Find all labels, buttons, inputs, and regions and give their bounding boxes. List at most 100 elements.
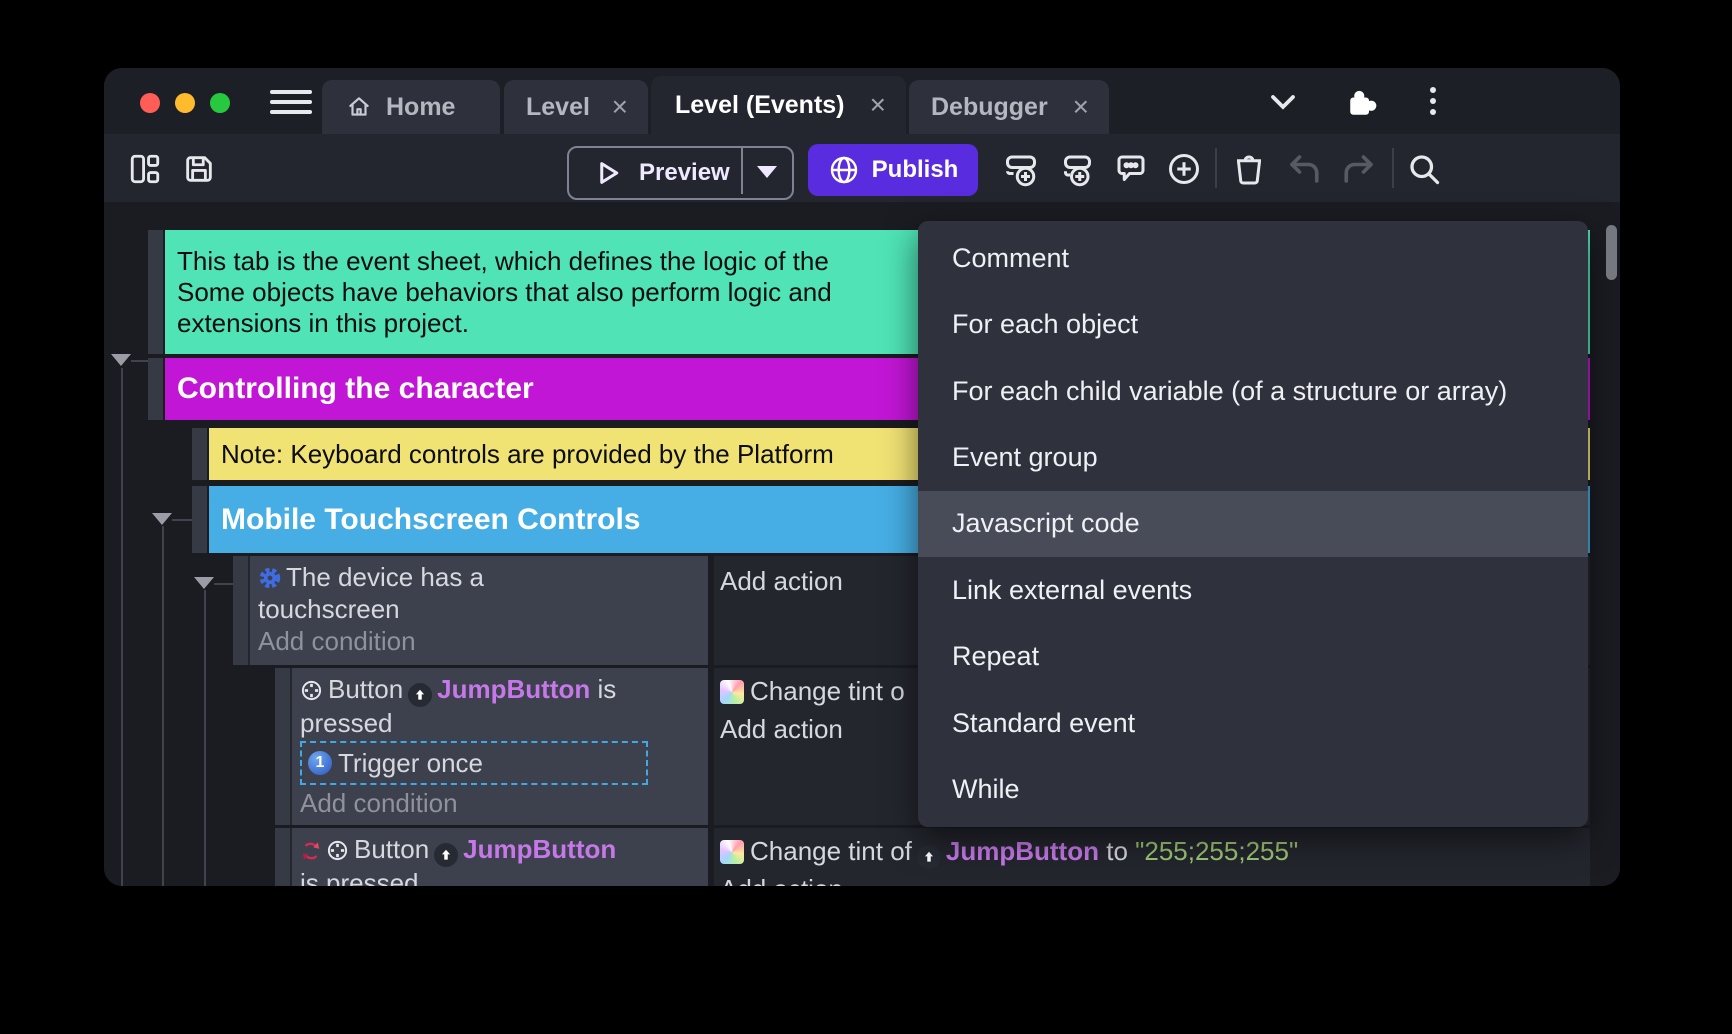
tab-label: Debugger	[931, 93, 1048, 122]
event-gutter[interactable]	[275, 668, 290, 825]
close-tab-icon[interactable]: ×	[870, 91, 886, 119]
publish-button[interactable]: Publish	[808, 144, 978, 196]
add-action-link[interactable]: Add action	[720, 712, 843, 746]
add-action-link[interactable]: Add action	[720, 872, 843, 886]
search-button[interactable]	[1406, 151, 1442, 187]
tree-line	[204, 590, 206, 886]
collapse-arrow-icon[interactable]	[194, 577, 214, 589]
object-name: JumpButton	[946, 836, 1099, 866]
menu-item-repeat[interactable]: Repeat	[918, 624, 1588, 690]
add-button[interactable]	[1166, 151, 1202, 187]
add-event-context-menu: Comment For each object For each child v…	[918, 221, 1588, 827]
add-event-button[interactable]	[1003, 151, 1039, 187]
tab-level[interactable]: Level ×	[504, 80, 648, 134]
tree-line	[121, 368, 123, 886]
group-gutter[interactable]	[192, 486, 207, 553]
touch-object-icon	[326, 839, 349, 862]
condition-trigger-once-selected[interactable]: 1 Trigger once	[300, 741, 648, 785]
column-divider	[708, 828, 714, 886]
menu-item-event-group[interactable]: Event group	[918, 424, 1588, 490]
condition-text: pressed	[300, 707, 700, 739]
add-subevent-icon	[1058, 151, 1094, 187]
menu-item-for-each-child-variable[interactable]: For each child variable (of a structure …	[918, 358, 1588, 424]
preview-dropdown-caret-icon[interactable]	[757, 166, 777, 178]
group-title: Mobile Touchscreen Controls	[221, 503, 641, 537]
object-name: JumpButton	[437, 674, 590, 704]
event-gutter[interactable]	[233, 556, 248, 665]
close-tab-icon[interactable]: ×	[1073, 93, 1089, 121]
app-window: Home Level × Level (Events) × Debugger ×	[104, 68, 1620, 886]
group-gutter[interactable]	[148, 358, 163, 420]
condition-text: Trigger once	[338, 747, 483, 779]
event-gutter[interactable]	[275, 828, 290, 886]
tab-debugger[interactable]: Debugger ×	[909, 80, 1109, 134]
close-window-button[interactable]	[140, 93, 160, 113]
toolbar-separator	[1215, 148, 1217, 188]
menu-item-javascript-code[interactable]: Javascript code	[918, 491, 1588, 557]
comment-bubble-icon	[1113, 151, 1149, 187]
redo-button[interactable]	[1341, 151, 1377, 187]
add-event-icon	[1003, 151, 1039, 187]
tab-home[interactable]: Home	[322, 80, 500, 134]
chevron-down-icon	[1268, 92, 1298, 112]
add-condition-link[interactable]: Add condition	[300, 787, 700, 819]
tab-list-dropdown-button[interactable]	[1268, 92, 1298, 112]
layout-panels-button[interactable]	[128, 152, 162, 186]
event-conditions[interactable]: Button JumpButton is pressed 1 Trigger o…	[292, 668, 708, 825]
add-subevent-button[interactable]	[1058, 151, 1094, 187]
zoom-window-button[interactable]	[210, 93, 230, 113]
add-action-link[interactable]: Add action	[720, 564, 843, 598]
action-text: Change tint of	[750, 836, 912, 866]
note-text: Note: Keyboard controls are provided by …	[221, 439, 834, 470]
object-name: JumpButton	[463, 834, 616, 864]
minimize-window-button[interactable]	[175, 93, 195, 113]
tree-line	[172, 519, 192, 521]
collapse-arrow-icon[interactable]	[152, 513, 172, 525]
condition-text: is pressed	[300, 867, 700, 886]
collapse-arrow-icon[interactable]	[111, 354, 131, 366]
touch-object-icon	[300, 679, 323, 702]
undo-button[interactable]	[1286, 151, 1322, 187]
event-row: Button JumpButton is pressed Change tint…	[275, 828, 1590, 886]
tint-icon	[720, 840, 744, 864]
tint-icon	[720, 680, 744, 704]
menu-item-for-each-object[interactable]: For each object	[918, 291, 1588, 357]
condition-text: The device has a	[286, 562, 484, 592]
event-conditions[interactable]: The device has a touchscreen Add conditi…	[250, 556, 708, 665]
menu-item-while[interactable]: While	[918, 757, 1588, 823]
note-gutter[interactable]	[192, 428, 207, 480]
undo-icon	[1286, 151, 1322, 187]
search-icon	[1406, 151, 1442, 187]
vertical-scrollbar-thumb[interactable]	[1606, 225, 1617, 280]
add-comment-button[interactable]	[1113, 151, 1149, 187]
title-bar: Home Level × Level (Events) × Debugger ×	[104, 68, 1620, 134]
save-button[interactable]	[182, 152, 216, 186]
close-tab-icon[interactable]: ×	[612, 93, 628, 121]
comment-gutter[interactable]	[148, 230, 163, 354]
tab-label: Home	[386, 93, 455, 122]
publish-label: Publish	[872, 156, 959, 184]
menu-item-standard-event[interactable]: Standard event	[918, 690, 1588, 756]
menu-item-comment[interactable]: Comment	[918, 225, 1588, 291]
add-condition-link[interactable]: Add condition	[258, 625, 700, 657]
hamburger-icon	[270, 90, 312, 94]
delete-button[interactable]	[1231, 151, 1267, 187]
main-menu-button[interactable]	[270, 90, 312, 116]
tab-level-events[interactable]: Level (Events) ×	[651, 76, 906, 134]
preview-label: Preview	[639, 159, 730, 187]
action-change-tint[interactable]: Change tint of JumpButton to "255;255;25…	[720, 834, 1298, 869]
preview-button[interactable]: Preview	[567, 146, 794, 200]
event-conditions[interactable]: Button JumpButton is pressed	[292, 828, 708, 886]
tree-line	[214, 583, 233, 585]
toolbar-separator	[1392, 148, 1394, 188]
tab-label: Level	[526, 93, 590, 122]
save-icon	[182, 152, 216, 186]
jumpbutton-sprite-icon	[917, 845, 941, 869]
action-value: "255;255;255"	[1135, 836, 1298, 866]
action-change-tint[interactable]: Change tint o	[720, 674, 905, 708]
more-options-button[interactable]	[1429, 87, 1437, 117]
home-icon	[346, 94, 372, 120]
menu-item-link-external-events[interactable]: Link external events	[918, 557, 1588, 623]
addons-button[interactable]	[1342, 84, 1378, 120]
trigger-once-icon: 1	[308, 751, 332, 775]
